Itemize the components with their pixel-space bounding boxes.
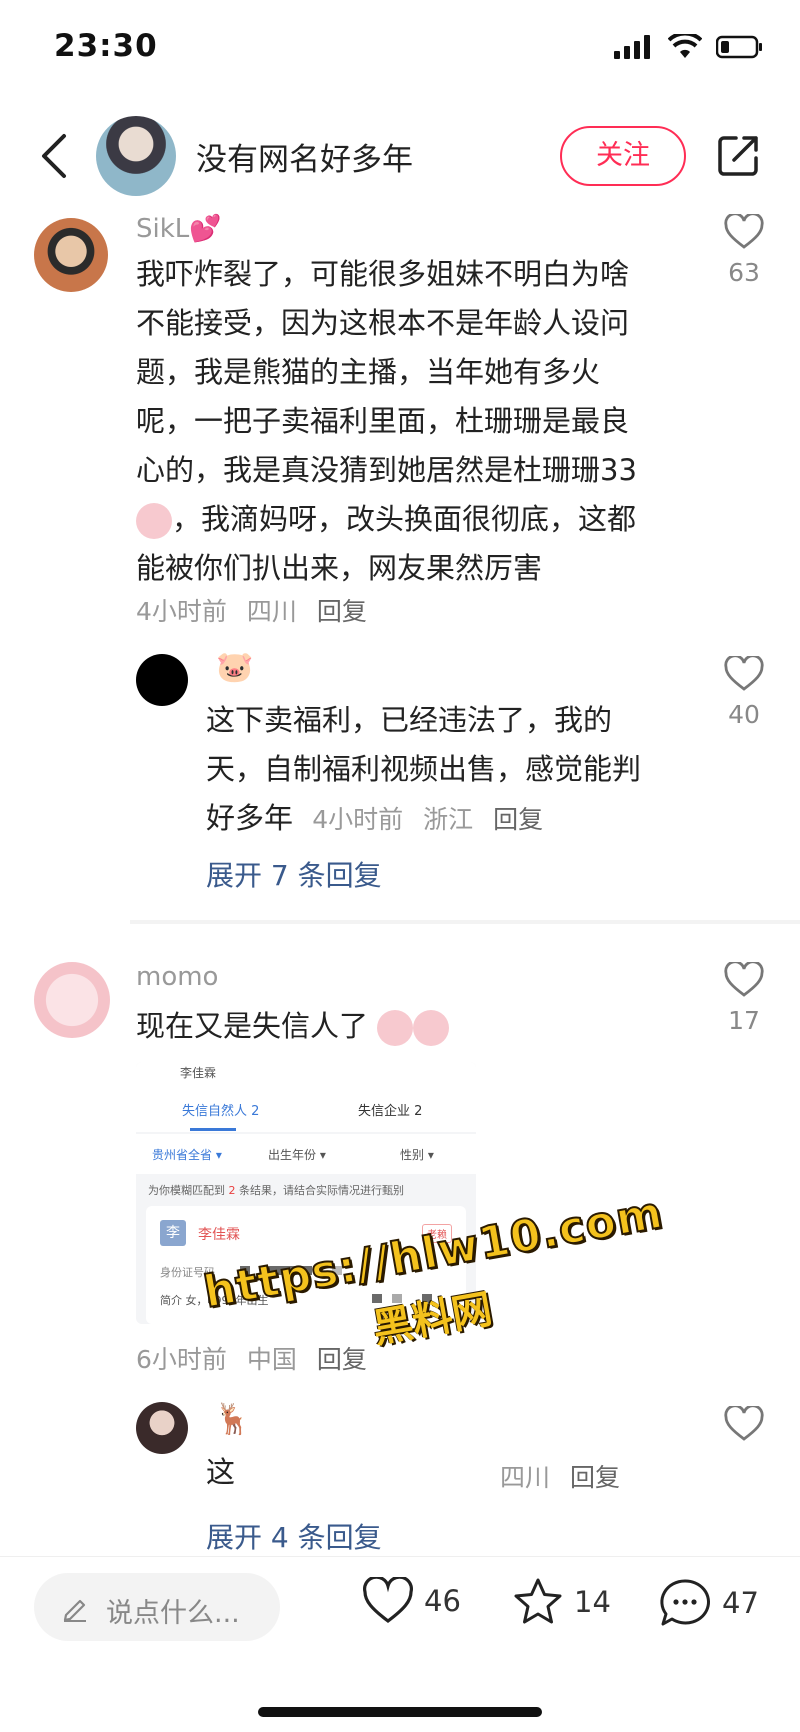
author-avatar[interactable] [96,116,176,196]
share-icon[interactable] [716,132,762,178]
comment-location: 浙江 [423,805,474,834]
commenter-avatar[interactable] [136,654,188,706]
divider [130,920,800,924]
heart-icon [724,1404,764,1441]
comments-button[interactable]: 47 [658,1577,759,1629]
post-like-button[interactable]: 46 [362,1577,461,1625]
battery-icon [716,35,762,59]
embedded-filters: 贵州省全省 ▾ 出生年份 ▾ 性别 ▾ [136,1134,476,1174]
reply-link[interactable]: 回复 [493,805,543,834]
status-time: 23:30 [54,28,158,64]
embedded-result-card: 李 李佳霖 老赖 身份证号码 简介 女，1996年出生 [146,1206,466,1324]
comment-text[interactable]: 这 [206,1448,235,1497]
like-count: 63 [728,258,760,287]
star-icon [514,1578,562,1624]
bottom-action-bar: 说点什么... 46 14 47 [0,1556,800,1656]
reply-link[interactable]: 回复 [570,1463,620,1492]
comment-time: 4小时前 [312,805,404,834]
heart-icon [724,212,764,249]
embedded-search-bar: 李佳霖 [136,1062,476,1086]
comment-text[interactable]: 我吓炸裂了，可能很多姐妹不明白为啥 不能接受，因为这根本不是年龄人设问 题，我是… [136,250,696,593]
comment-meta: 四川 回复 [500,1458,632,1494]
commenter-avatar[interactable] [136,1402,188,1454]
status-icons [614,34,764,60]
post-header: 没有网名好多年 关注 [0,104,800,212]
comment-location: 四川 [246,597,297,626]
comment-bubble-icon [660,1579,710,1626]
commenter-avatar[interactable] [34,218,108,292]
comment-meta: 4小时前 四川 回复 [136,592,379,628]
comment-meta: 4小时前 浙江 回复 [312,805,555,834]
wifi-icon [668,34,702,58]
like-count: 17 [728,1006,760,1035]
like-button[interactable]: 17 [714,960,774,1035]
follow-button[interactable]: 关注 [560,126,686,186]
crying-emoji-icon [377,1010,414,1046]
comment-meta: 6小时前 中国 回复 [136,1340,379,1376]
favorite-count: 14 [574,1585,611,1619]
heart-icon [724,654,764,691]
tab-underline [190,1128,236,1131]
commenter-name[interactable]: 🐷 [216,650,253,685]
commenter-avatar[interactable] [34,962,110,1038]
favorite-button[interactable]: 14 [512,1577,611,1627]
cellular-signal-icon [614,35,650,59]
like-button[interactable] [714,1404,774,1446]
like-button[interactable]: 63 [714,212,774,287]
author-name[interactable]: 没有网名好多年 [196,134,413,179]
pencil-icon [63,1599,86,1622]
commenter-name[interactable]: 🦌 [214,1402,251,1437]
like-button[interactable]: 40 [714,654,774,729]
embedded-tabs: 失信自然人 2 失信企业 2 [136,1086,476,1132]
comment-location: 四川 [500,1463,551,1492]
commenter-name[interactable]: momo [136,962,218,992]
heart-icon [724,960,764,997]
back-arrow-icon[interactable] [36,130,72,182]
comment-time: 6小时前 [136,1345,227,1374]
home-indicator[interactable] [258,1707,542,1717]
status-bar: 23:30 [0,0,800,100]
comment-count: 47 [722,1586,759,1620]
expand-replies-link[interactable]: 展开 4 条回复 [206,1516,382,1556]
expand-replies-link[interactable]: 展开 7 条回复 [206,854,382,894]
comment-image[interactable]: 李佳霖 失信自然人 2 失信企业 2 贵州省全省 ▾ 出生年份 ▾ 性别 ▾ 为… [136,1062,476,1324]
comment-text[interactable]: 这下卖福利，已经违法了，我的 天，自制福利视频出售，感觉能判 好多年 4小时前 … [206,696,686,844]
comment-text[interactable]: 现在又是失信人了 [136,1002,450,1051]
embedded-notice: 为你模糊匹配到 2 条结果，请结合实际情况进行甄别 [148,1184,404,1197]
pig-emoji-icon [136,503,172,539]
reply-link[interactable]: 回复 [317,1345,367,1374]
heart-icon [363,1577,413,1624]
commenter-name[interactable]: SikL💕 [136,214,222,244]
comment-location: 中国 [246,1345,297,1374]
crying-emoji-icon [413,1010,450,1046]
like-count: 40 [728,700,760,729]
reply-link[interactable]: 回复 [317,597,367,626]
comment-input[interactable]: 说点什么... [34,1573,280,1641]
comment-time: 4小时前 [136,597,227,626]
post-like-count: 46 [424,1584,461,1618]
